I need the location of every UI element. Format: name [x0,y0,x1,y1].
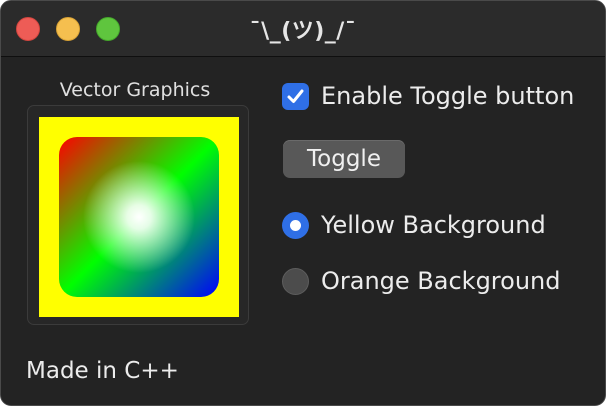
vector-graphics-label: Vector Graphics [59,79,211,101]
title-bar[interactable]: ¯\_(ツ)_/¯ [1,1,605,57]
vector-graphics-canvas [39,117,239,317]
enable-toggle-label: Enable Toggle button [321,82,575,110]
radio-orange-label: Orange Background [321,267,561,295]
radio-button-unselected[interactable] [282,267,309,295]
checkmark-icon [287,89,304,103]
window-title: ¯\_(ツ)_/¯ [249,19,357,44]
enable-toggle-checkbox[interactable] [282,82,309,110]
radio-yellow-background[interactable]: Yellow Background [282,210,546,240]
white-center-glow [59,137,219,297]
radio-yellow-label: Yellow Background [321,211,546,239]
radio-button-selected[interactable] [282,211,309,239]
app-window: ¯\_(ツ)_/¯ Vector Graphics Enable Toggle … [0,0,606,406]
radio-orange-background[interactable]: Orange Background [282,266,560,296]
enable-toggle-checkbox-row[interactable]: Enable Toggle button [282,81,574,111]
radio-dot-icon [290,219,301,231]
toggle-button[interactable]: Toggle [283,140,405,178]
made-in-label: Made in C++ [26,358,179,384]
